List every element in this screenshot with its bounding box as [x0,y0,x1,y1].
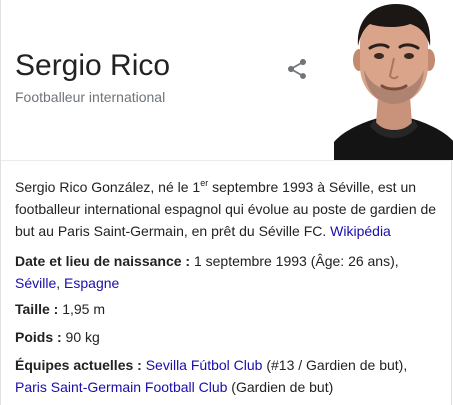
wikipedia-link[interactable]: Wikipédia [330,223,391,239]
team-sevilla-detail: (#13 / Gardien de but), [262,357,408,373]
fact-weight-label: Poids : [15,329,62,345]
panel-title: Sergio Rico [15,49,171,82]
team-psg-detail: (Gardien de but) [227,379,334,395]
fact-height-value: 1,95 m [58,301,106,317]
portrait-image [334,0,453,160]
fact-birth-label: Date et lieu de naissance : [15,253,191,269]
team-psg-link[interactable]: Paris Saint-Germain Football Club [15,379,227,395]
fact-birth: Date et lieu de naissance : 1 septembre … [15,250,443,294]
birth-country-link[interactable]: Espagne [64,275,119,291]
team-sevilla-link[interactable]: Sevilla Fútbol Club [146,357,263,373]
knowledge-panel: Sergio Rico Footballeur international Se… [0,0,453,405]
fact-weight: Poids : 90 kg [15,326,443,348]
birth-city-link[interactable]: Séville [15,275,56,291]
fact-height-label: Taille : [15,301,59,317]
share-icon [288,59,306,79]
description: Sergio Rico González, né le 1er septembr… [15,176,443,242]
header-divider [1,160,451,161]
fact-birth-value: 1 septembre 1993 (Âge: 26 ans), [190,253,399,269]
panel-subtitle: Footballeur international [15,89,166,105]
description-text: Sergio Rico González, né le 1 [15,179,201,195]
fact-teams: Équipes actuelles : Sevilla Fútbol Club … [15,354,443,398]
profile-photo[interactable] [334,0,453,160]
panel-header: Sergio Rico Footballeur international [1,0,453,160]
fact-weight-value: 90 kg [61,329,100,345]
fact-teams-label: Équipes actuelles : [15,357,142,373]
share-button[interactable] [285,57,309,81]
fact-height: Taille : 1,95 m [15,298,443,320]
birth-place-separator: , [56,275,65,291]
